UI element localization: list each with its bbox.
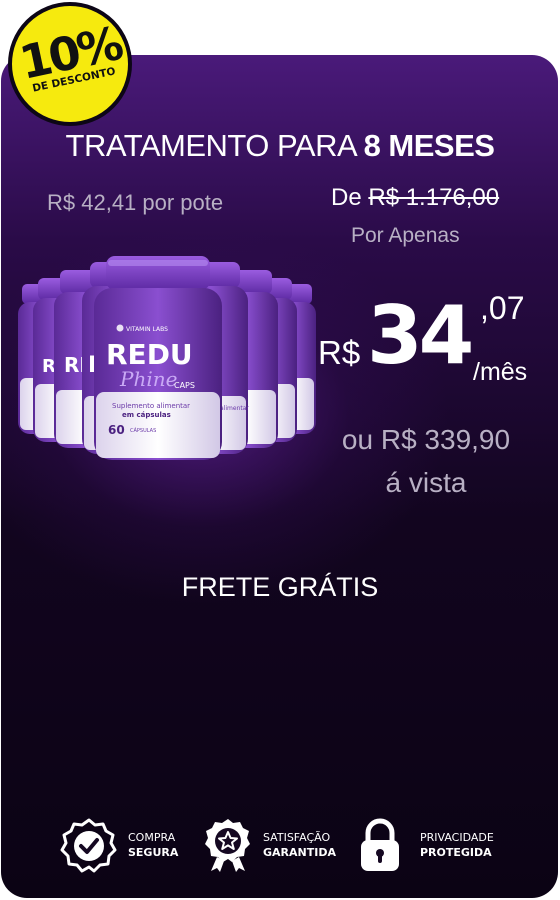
trust-label: SATISFAÇÃO GARANTIDA — [263, 831, 336, 859]
product-brand-script: Phine — [119, 367, 177, 391]
svg-text:CÁPSULAS: CÁPSULAS — [130, 427, 156, 434]
svg-text:VITAMIN LABS: VITAMIN LABS — [126, 326, 168, 333]
discount-badge: 10% DE DESCONTO — [8, 2, 132, 126]
cash-price-label: á vista — [385, 467, 467, 498]
old-price: De R$ 1.176,00 — [331, 184, 499, 212]
product-brand-caps: CAPS — [174, 381, 195, 390]
bottle-front: VITAMIN LABS REDU Phine CAPS Suplemento … — [94, 256, 222, 460]
trust-seal-privacy: PRIVACIDADE PROTEGIDA — [358, 817, 494, 873]
cash-price: ou R$ 339,90 — [341, 424, 511, 455]
padlock-icon — [361, 818, 399, 871]
price-cents: ,07 — [480, 290, 525, 326]
svg-text:Suplemento alimentar: Suplemento alimentar — [112, 402, 190, 410]
trust-seal-satisfaction: SATISFAÇÃO GARANTIDA — [203, 817, 336, 873]
title-duration: 8 MESES — [363, 128, 495, 163]
free-shipping-label: FRETE GRÁTIS — [181, 572, 379, 602]
trust-seal-secure-purchase: COMPRA SEGURA — [60, 817, 178, 873]
svg-text:em cápsulas: em cápsulas — [122, 411, 171, 419]
award-star-icon — [205, 819, 250, 872]
trust-label: COMPRA SEGURA — [128, 831, 179, 859]
trust-label: PRIVACIDADE PROTEGIDA — [420, 831, 494, 859]
price-unit: /mês — [473, 358, 528, 386]
title-prefix: TRATAMENTO PARA — [65, 128, 356, 163]
price-per-pot: R$ 42,41 por pote — [47, 190, 224, 215]
price-currency: R$ — [318, 334, 361, 371]
check-badge-icon — [60, 818, 117, 873]
only-for-label: Por Apenas — [351, 224, 460, 247]
old-price-prefix: De — [331, 184, 362, 211]
offer-title: TRATAMENTO PARA 8 MESES — [0, 128, 560, 164]
product-count: 60 — [108, 423, 125, 437]
product-bottles-image: RE CAPS REI CAPS Suplemento alimentar RE… — [18, 256, 316, 460]
price-main: 34 — [367, 289, 474, 382]
old-price-value: R$ 1.176,00 — [368, 184, 500, 211]
